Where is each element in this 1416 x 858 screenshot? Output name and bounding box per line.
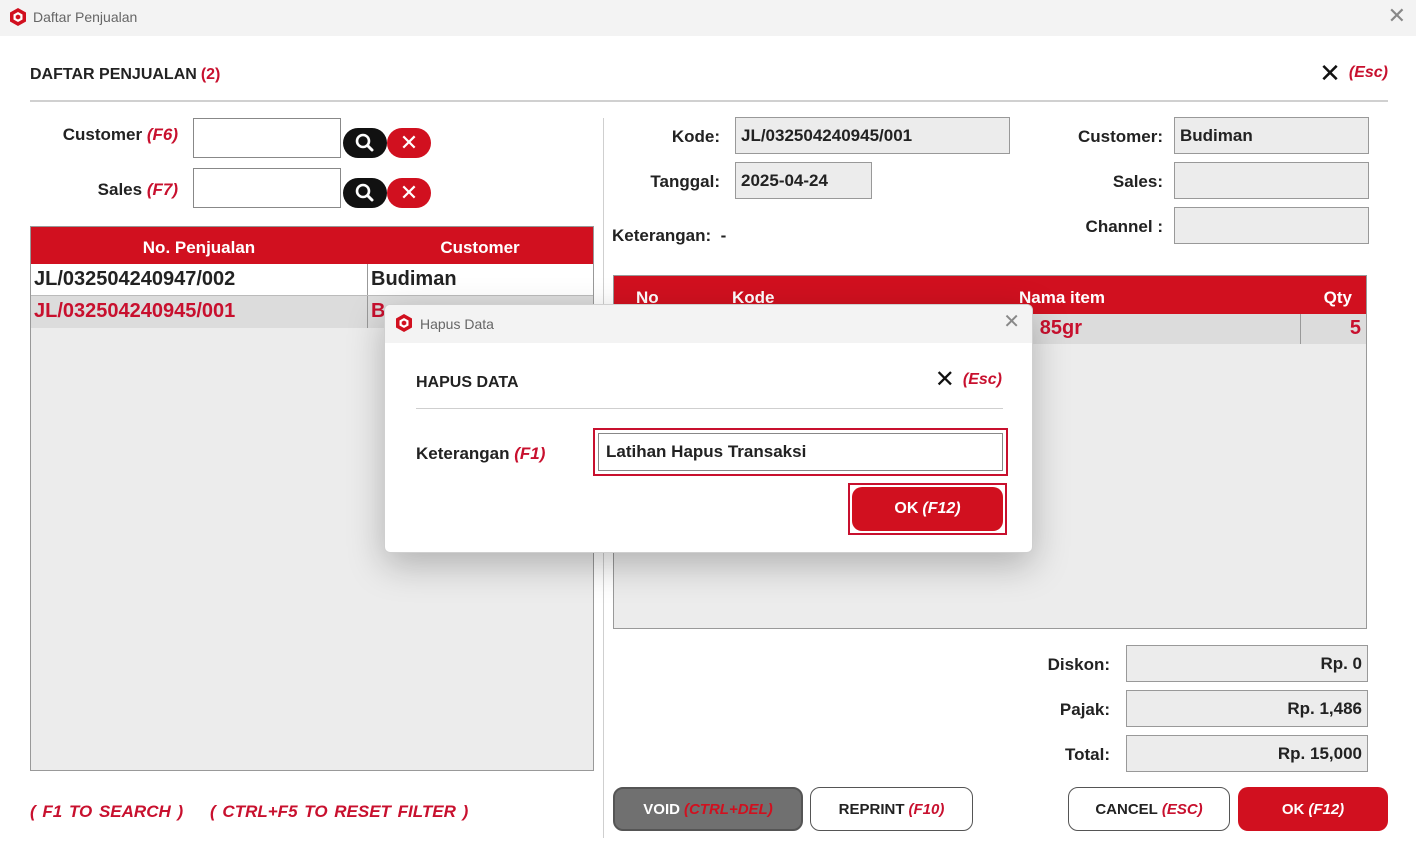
search-hint: ( F1 TO SEARCH ): [30, 802, 184, 821]
dialog-keterangan-input[interactable]: [598, 433, 1003, 471]
customer-filter-input[interactable]: [193, 118, 341, 158]
dialog-keterangan-label: Keterangan (F1): [416, 444, 546, 463]
keterangan-label: Keterangan: -: [612, 226, 727, 245]
dialog-titlebar: Hapus Data ✕: [385, 305, 1032, 343]
sales-clear-button[interactable]: ✕: [387, 178, 431, 208]
close-icon: ✕: [934, 366, 955, 393]
total-label: Total:: [1064, 745, 1110, 764]
header-divider: [30, 100, 1388, 102]
customer-field: Budiman: [1174, 117, 1369, 154]
dialog-title: HAPUS DATA: [416, 374, 519, 391]
window-close-icon[interactable]: ✕: [1388, 5, 1406, 27]
page-title: DAFTAR PENJUALAN (2): [30, 66, 221, 83]
customer-search-button[interactable]: [343, 128, 387, 158]
sales-list-header: No. Penjualan Customer: [31, 227, 593, 264]
sales-search-button[interactable]: [343, 178, 387, 208]
dialog-window-title: Hapus Data: [420, 316, 494, 332]
record-count: (2): [200, 66, 221, 83]
close-icon: ✕: [1319, 58, 1341, 88]
cell-no-penjualan: JL/032504240947/002: [34, 268, 236, 290]
dialog-ok-highlight: OK (F12): [848, 483, 1007, 535]
sales-label: Sales:: [1112, 172, 1163, 191]
cancel-button[interactable]: CANCEL (ESC): [1068, 787, 1230, 831]
app-logo-icon: [396, 314, 412, 332]
channel-label: Channel :: [1085, 217, 1163, 236]
search-icon: [355, 133, 374, 152]
ok-button[interactable]: OK (F12): [1238, 787, 1388, 831]
channel-field: [1174, 207, 1369, 244]
dialog-ok-button[interactable]: OK (F12): [852, 487, 1003, 531]
column-divider: [1300, 314, 1301, 344]
cell-qty: 5: [1349, 317, 1361, 339]
sales-filter-label: Sales (F7): [97, 180, 178, 199]
dialog-divider: [416, 408, 1003, 409]
pajak-label: Pajak:: [1059, 700, 1110, 719]
customer-label: Customer:: [1077, 127, 1163, 146]
app-logo-icon: [10, 8, 26, 26]
tanggal-field: 2025-04-24: [735, 162, 872, 199]
cell-no-penjualan: JL/032504240945/001: [34, 300, 236, 322]
diskon-field: Rp. 0: [1126, 645, 1368, 682]
customer-filter-label: Customer (F6): [62, 125, 178, 144]
reprint-button[interactable]: REPRINT (F10): [810, 787, 973, 831]
column-header-qty[interactable]: Qty: [1324, 288, 1352, 308]
dialog-keterangan-highlight: [593, 428, 1008, 476]
clear-icon: ✕: [399, 130, 419, 155]
sales-field: [1174, 162, 1369, 199]
dialog-esc-button[interactable]: ✕ (Esc): [934, 366, 1002, 393]
dialog-close-icon[interactable]: ✕: [1003, 312, 1020, 332]
column-header-no-penjualan[interactable]: No. Penjualan: [31, 227, 367, 264]
table-row[interactable]: JL/032504240947/002 Budiman: [31, 264, 593, 296]
sales-filter-input[interactable]: [193, 168, 341, 208]
pajak-field: Rp. 1,486: [1126, 690, 1368, 727]
kode-label: Kode:: [671, 127, 720, 146]
diskon-label: Diskon:: [1047, 655, 1110, 674]
close-button[interactable]: ✕ (Esc): [1319, 58, 1388, 88]
total-field: Rp. 15,000: [1126, 735, 1368, 772]
cell-customer: Budiman: [367, 264, 593, 295]
search-icon: [355, 183, 374, 202]
hapus-data-dialog: Hapus Data ✕ HAPUS DATA ✕ (Esc) Keterang…: [384, 304, 1033, 553]
keterangan-value: -: [720, 226, 727, 245]
reset-hint: ( CTRL+F5 TO RESET FILTER ): [210, 802, 469, 821]
tanggal-label: Tanggal:: [650, 172, 720, 191]
kode-field: JL/032504240945/001: [735, 117, 1010, 154]
keyboard-hints: ( F1 TO SEARCH ) ( CTRL+F5 TO RESET FILT…: [30, 802, 468, 822]
customer-clear-button[interactable]: ✕: [387, 128, 431, 158]
column-header-customer[interactable]: Customer: [367, 227, 593, 264]
window-titlebar: Daftar Penjualan ✕: [0, 0, 1416, 36]
void-button[interactable]: VOID (CTRL+DEL): [613, 787, 803, 831]
clear-icon: ✕: [399, 180, 419, 205]
window-title: Daftar Penjualan: [33, 9, 138, 25]
column-header-nama-item[interactable]: Nama item: [1019, 288, 1105, 308]
